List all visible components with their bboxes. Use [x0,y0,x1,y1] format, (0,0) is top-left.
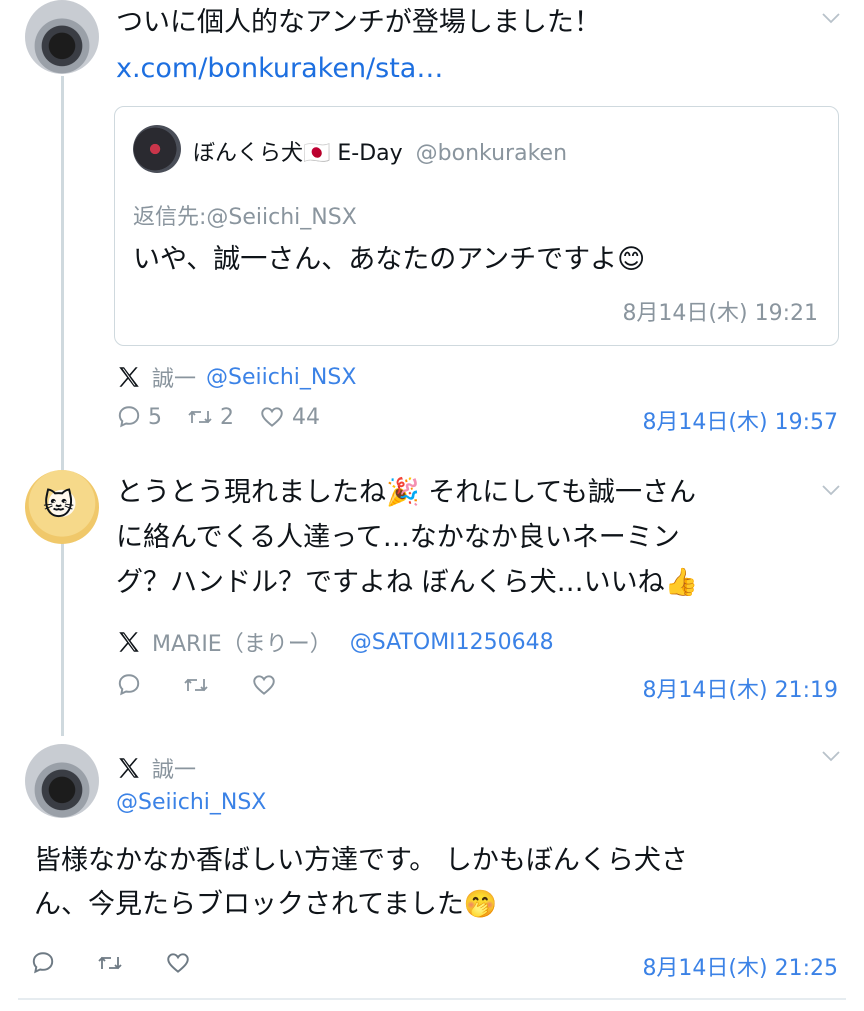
source-handle[interactable]: @Seiichi_NSX [206,365,356,390]
lucky-cat-icon: 🐱 [43,488,75,523]
chevron-down-icon[interactable] [822,12,840,24]
quote-text: いや、誠一さん、あなたのアンチですよ😊 [133,244,646,275]
quote-timestamp: 8月14日(木) 19:21 [622,301,818,326]
reply-count: 5 [148,404,162,430]
tweet-actions [116,672,302,698]
quote-display-name[interactable]: ぼんくら犬🇯🇵 E-Day [193,141,403,166]
source-name[interactable]: 誠一 [152,361,196,393]
source-row: 誠一 @Seiichi_NSX [116,361,356,393]
retweet-button[interactable] [182,672,210,698]
author-row: 誠一 [116,752,196,784]
tweet-body-line: とうとう現れましたね🎉 それにしても誠一さん [116,477,697,508]
retweet-button[interactable]: 2 [186,404,234,430]
speech-bubble-icon [32,952,54,974]
author-handle[interactable]: @Seiichi_NSX [116,790,266,815]
tweet-thread: ついに個人的なアンチが登場しました！ x.com/bonkuraken/sta…… [0,0,864,1011]
reply-to-label[interactable]: 返信先:@Seiichi_NSX [133,199,357,231]
tweet-body: ついに個人的なアンチが登場しました！ [116,7,601,38]
retweet-icon [98,956,122,970]
tweet-timestamp[interactable]: 8月14日(木) 19:57 [642,404,838,436]
speech-bubble-icon [118,406,140,428]
reply-button[interactable] [116,672,142,698]
author-name[interactable]: 誠一 [152,752,196,784]
avatar[interactable] [133,125,181,173]
tweet-actions: 5 2 44 [116,404,344,430]
tweet-timestamp[interactable]: 8月14日(木) 21:19 [642,672,838,704]
reply-button[interactable]: 5 [116,404,162,430]
source-row: MARIE（まりー） @SATOMI1250648 [116,626,554,658]
tweet-body-line: ん、今見たらブロックされてました🤭 [34,889,498,920]
retweet-count: 2 [220,404,234,430]
like-button[interactable] [164,950,192,976]
like-count: 44 [292,404,320,430]
tweet-timestamp[interactable]: 8月14日(木) 21:25 [642,950,838,982]
heart-icon [167,953,189,973]
thread-line [61,76,64,736]
heart-icon [253,675,275,695]
retweet-icon [184,678,208,692]
heart-icon [261,407,283,427]
speech-bubble-icon [118,674,140,696]
like-button[interactable]: 44 [258,404,320,430]
tweet-actions [30,950,216,976]
chevron-down-icon[interactable] [822,484,840,496]
like-button[interactable] [250,672,278,698]
retweet-button[interactable] [96,950,124,976]
divider [18,998,846,1000]
tweet-body-line: に絡んでくる人達って…なかなか良いネーミン [116,522,680,553]
reply-button[interactable] [30,950,56,976]
quote-handle[interactable]: @bonkuraken [416,141,567,166]
chevron-down-icon[interactable] [822,750,840,762]
quoted-tweet[interactable]: ぼんくら犬🇯🇵 E-Day @bonkuraken 返信先:@Seiichi_N… [114,106,839,346]
retweet-icon [188,410,212,424]
source-handle[interactable]: @SATOMI1250648 [350,630,554,655]
tweet-link[interactable]: x.com/bonkuraken/sta… [116,46,443,92]
avatar[interactable]: 🐱 [25,470,99,544]
avatar[interactable] [25,0,99,74]
tweet-body-line: 皆様なかなか香ばしい方達です。 しかもぼんくら犬さ [34,845,688,876]
source-name[interactable]: MARIE（まりー） [152,626,332,658]
avatar[interactable] [25,744,99,818]
x-logo-icon [116,364,142,390]
tweet-body-line: グ？ハンドル？ですよね ぼんくら犬…いいね👍 [116,567,699,598]
x-logo-icon [116,755,142,781]
x-logo-icon [116,629,142,655]
